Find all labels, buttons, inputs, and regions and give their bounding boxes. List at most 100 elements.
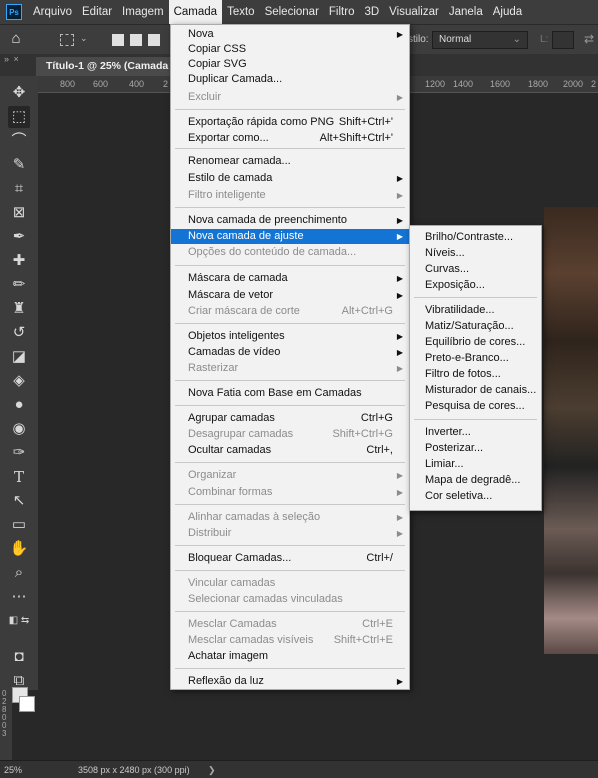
clone-stamp-tool-icon[interactable]: ♜: [8, 298, 30, 320]
adjustment-menu-item[interactable]: Níveis...: [410, 246, 541, 261]
layer-menu-item[interactable]: Bloquear Camadas... Ctrl+/: [171, 551, 409, 566]
lasso-tool-icon[interactable]: ⌒: [8, 130, 30, 152]
layer-menu-item[interactable]: Ocultar camadas Ctrl+,: [171, 443, 409, 458]
adjustment-menu-item[interactable]: Exposição...: [410, 278, 541, 293]
layer-menu-item[interactable]: Mesclar Camadas Ctrl+E: [171, 617, 409, 632]
adjustment-menu-item[interactable]: Preto-e-Branco...: [410, 351, 541, 366]
layer-menu-item[interactable]: Desagrupar camadas Shift+Ctrl+G: [171, 427, 409, 442]
layer-menu-item[interactable]: Nova ▶: [171, 27, 409, 42]
width-input[interactable]: [552, 31, 574, 49]
menu-editar[interactable]: Editar: [77, 0, 117, 24]
adjustment-menu-item[interactable]: Vibratilidade...: [410, 303, 541, 318]
layer-menu-item[interactable]: Agrupar camadas Ctrl+G: [171, 411, 409, 426]
swap-arrows-icon[interactable]: ⇄: [584, 32, 594, 46]
adjustment-menu-item[interactable]: Inverter...: [410, 425, 541, 440]
layer-menu-item[interactable]: Objetos inteligentes ▶: [171, 329, 409, 344]
healing-brush-tool-icon[interactable]: ✚: [8, 250, 30, 272]
crop-tool-icon[interactable]: ⌗: [8, 178, 30, 200]
menu-texto[interactable]: Texto: [222, 0, 260, 24]
adjustment-menu-item[interactable]: Cor seletiva...: [410, 489, 541, 504]
layer-menu-item[interactable]: Nova camada de ajuste ▶: [171, 229, 409, 244]
layer-menu-item[interactable]: Criar máscara de corte Alt+Ctrl+G: [171, 304, 409, 319]
document-tab[interactable]: Título-1 @ 25% (Camada 3,: [36, 57, 176, 76]
collapse-panel-icon[interactable]: » ×: [4, 54, 20, 64]
chevron-right-icon[interactable]: ❯: [208, 761, 216, 778]
more-tools-icon[interactable]: ⋯: [8, 586, 30, 608]
layer-menu-item[interactable]: Duplicar Camada...: [171, 72, 409, 87]
screen-mode-icon[interactable]: ⧉: [8, 670, 30, 692]
marquee-tool-preset-icon[interactable]: [60, 34, 74, 46]
layer-menu-item[interactable]: Achatar imagem: [171, 649, 409, 664]
layer-menu-item[interactable]: Exportar como... Alt+Shift+Ctrl+': [171, 131, 409, 146]
marquee-tool-icon[interactable]: ⬚: [8, 106, 30, 128]
zoom-tool-icon[interactable]: ⌕: [8, 562, 30, 584]
layer-menu-item[interactable]: Nova camada de preenchimento ▶: [171, 213, 409, 228]
layer-menu-item[interactable]: Mesclar camadas visíveis Shift+Ctrl+E: [171, 633, 409, 648]
background-color-swatch[interactable]: [19, 696, 35, 712]
menu-visualizar[interactable]: Visualizar: [384, 0, 444, 24]
adjustment-menu-item[interactable]: Pesquisa de cores...: [410, 399, 541, 414]
history-brush-tool-icon[interactable]: ↺: [8, 322, 30, 344]
home-icon[interactable]: ⌂: [8, 31, 24, 47]
layer-menu-item[interactable]: Máscara de camada ▶: [171, 271, 409, 286]
adjustment-menu-item[interactable]: Brilho/Contraste...: [410, 230, 541, 245]
type-tool-icon[interactable]: T: [8, 466, 30, 488]
layer-menu-item[interactable]: Alinhar camadas à seleção ▶: [171, 510, 409, 525]
quick-selection-tool-icon[interactable]: ✎: [8, 154, 30, 176]
subtract-selection-icon[interactable]: [148, 34, 160, 46]
layer-menu-item[interactable]: Estilo de camada ▶: [171, 171, 409, 186]
layer-menu-item[interactable]: Reflexão da luz ▶: [171, 674, 409, 689]
brush-tool-icon[interactable]: ✏: [8, 274, 30, 296]
zoom-level[interactable]: 25%: [4, 761, 22, 778]
eraser-tool-icon[interactable]: ◪: [8, 346, 30, 368]
layer-menu-item[interactable]: Renomear camada...: [171, 154, 409, 169]
layer-menu-item[interactable]: Vincular camadas: [171, 576, 409, 591]
layer-menu-item[interactable]: Copiar CSS: [171, 42, 409, 57]
menu-selecionar[interactable]: Selecionar: [260, 0, 324, 24]
menu-filtro[interactable]: Filtro: [324, 0, 360, 24]
pen-tool-icon[interactable]: ✑: [8, 442, 30, 464]
menu-ajuda[interactable]: Ajuda: [488, 0, 527, 24]
layer-menu-item[interactable]: Selecionar camadas vinculadas: [171, 592, 409, 607]
chevron-down-icon[interactable]: ⌄: [80, 33, 88, 44]
paint-bucket-tool-icon[interactable]: ◈: [8, 370, 30, 392]
layer-menu-item[interactable]: Opções do conteúdo de camada...: [171, 245, 409, 260]
layer-menu-item[interactable]: Camadas de vídeo ▶: [171, 345, 409, 360]
rectangle-tool-icon[interactable]: ▭: [8, 514, 30, 536]
adjustment-menu-item[interactable]: Equilíbrio de cores...: [410, 335, 541, 350]
adjustment-menu-item[interactable]: Posterizar...: [410, 441, 541, 456]
dodge-tool-icon[interactable]: ◉: [8, 418, 30, 440]
adjustment-menu-item[interactable]: Filtro de fotos...: [410, 367, 541, 382]
hand-tool-icon[interactable]: ✋: [8, 538, 30, 560]
path-selection-tool-icon[interactable]: ↖: [8, 490, 30, 512]
menu-arquivo[interactable]: Arquivo: [28, 0, 77, 24]
layer-menu-item[interactable]: Combinar formas ▶: [171, 485, 409, 500]
eyedropper-tool-icon[interactable]: ✒: [8, 226, 30, 248]
layer-menu-item[interactable]: Copiar SVG: [171, 57, 409, 72]
menu-janela[interactable]: Janela: [444, 0, 488, 24]
default-colors-icon[interactable]: ◧ ⇆: [8, 610, 30, 632]
menu-camada[interactable]: Camada: [168, 0, 223, 24]
new-selection-icon[interactable]: [112, 34, 124, 46]
layer-menu-item[interactable]: Distribuir ▶: [171, 526, 409, 541]
adjustment-menu-item[interactable]: Misturador de canais...: [410, 383, 541, 398]
style-select[interactable]: Normal ⌄: [432, 31, 528, 49]
layer-menu-item[interactable]: Máscara de vetor ▶: [171, 288, 409, 303]
menu-3d[interactable]: 3D: [359, 0, 384, 24]
adjustment-menu-item[interactable]: Mapa de degradê...: [410, 473, 541, 488]
layer-menu-item[interactable]: Filtro inteligente ▶: [171, 188, 409, 203]
menu-imagem[interactable]: Imagem: [117, 0, 169, 24]
blur-tool-icon[interactable]: ●: [8, 394, 30, 416]
quick-mask-icon[interactable]: ◘: [8, 646, 30, 668]
adjustment-menu-item[interactable]: Matiz/Saturação...: [410, 319, 541, 334]
move-tool-icon[interactable]: ✥: [8, 82, 30, 104]
layer-menu-item[interactable]: Exportação rápida como PNG Shift+Ctrl+': [171, 115, 409, 130]
layer-menu-item[interactable]: Excluir ▶: [171, 90, 409, 105]
adjustment-menu-item[interactable]: Limiar...: [410, 457, 541, 472]
adjustment-menu-item[interactable]: Curvas...: [410, 262, 541, 277]
layer-menu-item[interactable]: Organizar ▶: [171, 468, 409, 483]
frame-tool-icon[interactable]: ⊠: [8, 202, 30, 224]
layer-menu-item[interactable]: Rasterizar ▶: [171, 361, 409, 376]
add-to-selection-icon[interactable]: [130, 34, 142, 46]
layer-menu-item[interactable]: Nova Fatia com Base em Camadas: [171, 386, 409, 401]
